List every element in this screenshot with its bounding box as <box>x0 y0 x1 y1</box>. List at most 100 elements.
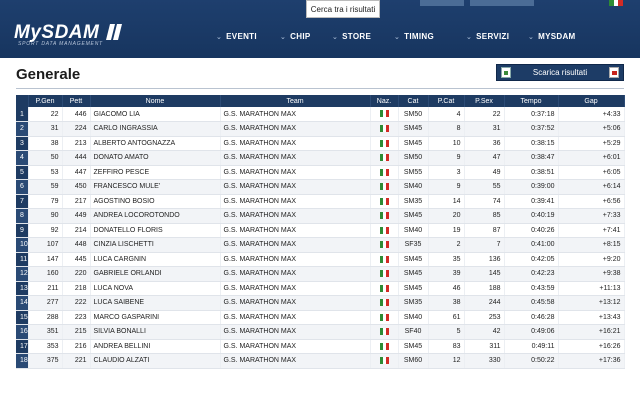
cell-naz <box>370 136 399 151</box>
row-index: 9 <box>16 223 29 238</box>
nav-item-eventi[interactable]: ⌄ EVENTI <box>216 32 257 41</box>
chevron-down-icon: ⌄ <box>528 33 535 41</box>
cell-team: G.S. MARATHON MAX <box>220 324 371 340</box>
cell-pgen: 353 <box>28 339 63 354</box>
table-row[interactable]: 2 31 224 CARLO INGRASSIA G.S. MARATHON MAX SM… <box>16 121 625 137</box>
cell-pcat: 2 <box>428 237 465 253</box>
column-header-cat[interactable]: Cat <box>398 95 429 107</box>
cell-psex: 31 <box>464 121 505 137</box>
cell-cat: SM45 <box>398 121 429 137</box>
cell-nome: GABRIELE ORLANDI <box>90 266 221 282</box>
column-header-pgen[interactable]: P.Gen <box>28 95 63 107</box>
cell-team: G.S. MARATHON MAX <box>220 252 371 267</box>
cell-tempo: 0:42:23 <box>504 266 559 282</box>
column-header-pcat[interactable]: P.Cat <box>428 95 465 107</box>
cell-psex: 42 <box>464 324 505 340</box>
cell-cat: SM45 <box>398 266 429 282</box>
column-header-psex[interactable]: P.Sex <box>464 95 505 107</box>
cell-gap: +9:38 <box>558 266 625 282</box>
column-header-tempo[interactable]: Tempo <box>504 95 559 107</box>
cell-pett: 217 <box>62 194 91 209</box>
cell-pett: 221 <box>62 353 91 369</box>
cell-tempo: 0:50:22 <box>504 353 559 369</box>
cell-nome: ANDREA BELLINI <box>90 339 221 354</box>
chevron-down-icon: ⌄ <box>466 33 473 41</box>
nav-item-servizi[interactable]: ⌄ SERVIZI <box>466 32 509 41</box>
cell-cat: SM50 <box>398 107 429 122</box>
cell-pett: 224 <box>62 121 91 137</box>
column-header-gap[interactable]: Gap <box>558 95 625 107</box>
cell-nome: FRANCESCO MULE' <box>90 179 221 195</box>
table-row[interactable]: 6 59 450 FRANCESCO MULE' G.S. MARATHON MAX SM… <box>16 179 625 195</box>
cell-pgen: 375 <box>28 353 63 369</box>
table-row[interactable]: 12 160 220 GABRIELE ORLANDI G.S. MARATHON MA… <box>16 266 625 282</box>
cell-gap: +13:43 <box>558 310 625 325</box>
cell-gap: +7:33 <box>558 208 625 224</box>
cell-naz <box>370 150 399 166</box>
cell-pcat: 20 <box>428 208 465 224</box>
cell-cat: SM45 <box>398 252 429 267</box>
table-row[interactable]: 4 50 444 DONATO AMATO G.S. MARATHON MAX SM50 9… <box>16 150 625 166</box>
cell-tempo: 0:39:41 <box>504 194 559 209</box>
cell-cat: SM35 <box>398 295 429 311</box>
cell-pett: 449 <box>62 208 91 224</box>
login-button[interactable] <box>420 0 464 6</box>
cell-team: G.S. MARATHON MAX <box>220 339 371 354</box>
italy-flag-icon <box>379 212 389 220</box>
cell-team: G.S. MARATHON MAX <box>220 165 371 180</box>
chevron-down-icon: ⌄ <box>394 33 401 41</box>
table-row[interactable]: 11 147 445 LUCA CARGNIN G.S. MARATHON MAX SM4… <box>16 252 625 267</box>
cell-naz <box>370 266 399 282</box>
language-flag-icon[interactable] <box>609 0 624 6</box>
table-row[interactable]: 15 288 223 MARCO GASPARINI G.S. MARATHON MAX… <box>16 310 625 325</box>
row-index: 11 <box>16 252 29 267</box>
cell-team: G.S. MARATHON MAX <box>220 136 371 151</box>
cell-team: G.S. MARATHON MAX <box>220 353 371 369</box>
table-row[interactable]: 10 107 448 CINZIA LISCHETTI G.S. MARATHON MA… <box>16 237 625 253</box>
table-row[interactable]: 14 277 222 LUCA SAIBENE G.S. MARATHON MAX SM3… <box>16 295 625 311</box>
column-header-pett[interactable]: Pett <box>62 95 91 107</box>
register-button[interactable] <box>470 0 534 6</box>
cell-naz <box>370 223 399 238</box>
cell-pcat: 14 <box>428 194 465 209</box>
cell-pett: 213 <box>62 136 91 151</box>
nav-item-store[interactable]: ⌄ STORE <box>332 32 371 41</box>
cell-pett: 444 <box>62 150 91 166</box>
table-row[interactable]: 7 79 217 AGOSTINO BOSIO G.S. MARATHON MAX SM3… <box>16 194 625 209</box>
cell-tempo: 0:40:19 <box>504 208 559 224</box>
row-index: 16 <box>16 324 29 340</box>
column-header-naz[interactable]: Naz. <box>370 95 399 107</box>
cell-nome: CINZIA LISCHETTI <box>90 237 221 253</box>
cell-tempo: 0:39:00 <box>504 179 559 195</box>
nav-item-chip[interactable]: ⌄ CHIP <box>280 32 311 41</box>
nav-item-timing[interactable]: ⌄ TIMING <box>394 32 434 41</box>
cell-cat: SM45 <box>398 136 429 151</box>
cell-nome: DONATO AMATO <box>90 150 221 166</box>
cell-cat: SM60 <box>398 353 429 369</box>
cell-psex: 87 <box>464 223 505 238</box>
table-row[interactable]: 1 22 446 GIACOMO LIA G.S. MARATHON MAX SM50 4 2… <box>16 107 625 122</box>
cell-pett: 223 <box>62 310 91 325</box>
table-row[interactable]: 13 211 218 LUCA NOVA G.S. MARATHON MAX SM45 46… <box>16 281 625 296</box>
column-header-nome[interactable]: Nome <box>90 95 221 107</box>
row-index: 6 <box>16 179 29 195</box>
table-row[interactable]: 3 38 213 ALBERTO ANTOGNAZZA G.S. MARATHON MA… <box>16 136 625 151</box>
table-row[interactable]: 8 90 449 ANDREA LOCOROTONDO G.S. MARATHON MA… <box>16 208 625 224</box>
cell-team: G.S. MARATHON MAX <box>220 223 371 238</box>
table-row[interactable]: 17 353 216 ANDREA BELLINI G.S. MARATHON MAX S… <box>16 339 625 354</box>
cell-naz <box>370 121 399 137</box>
column-header-team[interactable]: Team <box>220 95 371 107</box>
nav-item-mysdam[interactable]: ⌄ MYSDAM <box>528 32 576 41</box>
table-row[interactable]: 16 351 215 SILVIA BONALLI G.S. MARATHON MAX S… <box>16 324 625 340</box>
cell-gap: +6:56 <box>558 194 625 209</box>
cell-pgen: 351 <box>28 324 63 340</box>
row-index: 17 <box>16 339 29 354</box>
table-row[interactable]: 9 92 214 DONATELLO FLORIS G.S. MARATHON MAX S… <box>16 223 625 238</box>
cell-pcat: 19 <box>428 223 465 238</box>
table-row[interactable]: 5 53 447 ZEFFIRO PESCE G.S. MARATHON MAX SM55… <box>16 165 625 180</box>
italy-flag-icon <box>379 110 389 118</box>
cell-pcat: 46 <box>428 281 465 296</box>
cell-pett: 222 <box>62 295 91 311</box>
download-results-button[interactable]: Scarica risultati <box>496 64 624 81</box>
table-row[interactable]: 18 375 221 CLAUDIO ALZATI G.S. MARATHON MAX S… <box>16 353 625 369</box>
